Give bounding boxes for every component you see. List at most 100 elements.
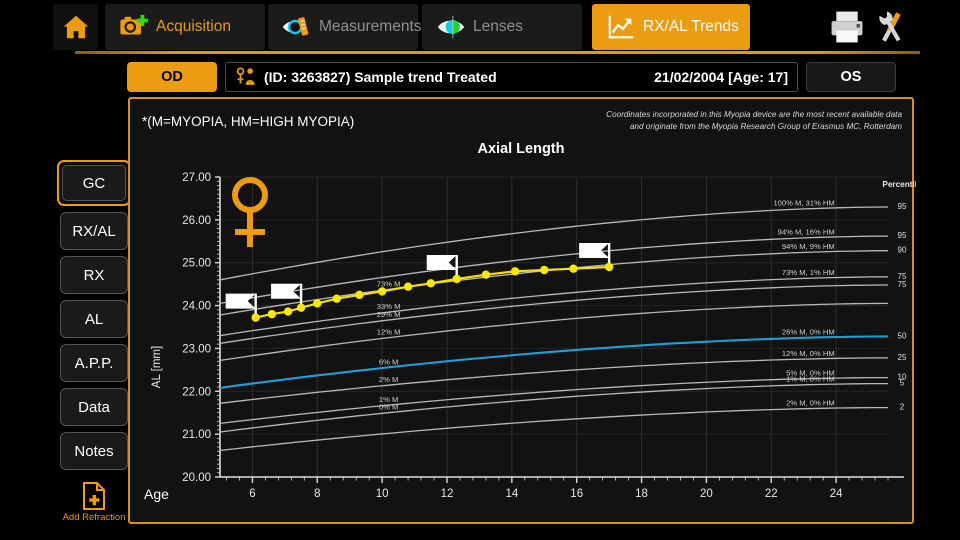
camera-plus-icon xyxy=(119,12,149,42)
y-axis-label: 22.00 xyxy=(182,386,211,398)
sidebar-item-gc-label: GC xyxy=(62,165,126,201)
percentile-number: 95 xyxy=(898,202,907,211)
percentile-curve-left-label: 12% M xyxy=(377,328,401,337)
percentile-curve-right-label: 26% M, 0% HM xyxy=(782,327,835,336)
data-point-marker[interactable] xyxy=(297,304,305,312)
eye-lens-icon xyxy=(436,12,466,42)
add-refraction-icon xyxy=(81,482,107,510)
y-axis-title: AL [mm] xyxy=(151,346,163,388)
percentile-curve-right-label: 1% M, 0% HM xyxy=(786,375,835,384)
x-axis-label: 18 xyxy=(635,488,648,500)
x-axis-label: 20 xyxy=(700,488,713,500)
percentile-number: 50 xyxy=(898,331,907,340)
y-axis-label: 21.00 xyxy=(182,429,211,441)
percentile-curve-right-label: 73% M, 1% HM xyxy=(782,268,835,277)
tab-measurements-label: Measurements xyxy=(319,18,422,36)
axial-length-chart: 20.00 21.00 22.00 23.00 24.00 25.00 26.00 27.00… xyxy=(130,99,916,526)
percentile-curve-left-label: 73% M xyxy=(377,279,401,288)
sidebar: GC RX/AL RX AL A.P.P. Data Notes Add Ref… xyxy=(55,160,133,523)
x-axis-label: 12 xyxy=(441,488,454,500)
x-axis-label: 14 xyxy=(505,488,518,500)
percentile-number: 2 xyxy=(900,403,905,412)
patient-info-text: (ID: 3263827) Sample trend Treated xyxy=(264,69,497,85)
tools-icon[interactable] xyxy=(872,8,910,46)
data-point-marker[interactable] xyxy=(482,271,490,279)
percentile-curve-left-label: 2% M xyxy=(379,375,398,384)
data-point-marker[interactable] xyxy=(333,295,341,303)
nav-underline xyxy=(75,51,920,54)
y-axis-label: 24.00 xyxy=(182,301,211,313)
x-axis-label: 8 xyxy=(314,488,320,500)
percentile-curve-right-label: 2% M, 0% HM xyxy=(786,398,835,407)
patient-series-line xyxy=(256,267,609,318)
data-point-marker[interactable] xyxy=(284,307,292,315)
sidebar-item-rx[interactable]: RX xyxy=(60,256,128,294)
os-button[interactable]: OS xyxy=(806,62,896,92)
percentile-number: 5 xyxy=(900,379,905,388)
add-refraction-button[interactable]: Add Refraction xyxy=(55,482,133,523)
percentile-curve-right-label: 100% M, 31% HM xyxy=(773,198,834,207)
patient-date-text: 21/02/2004 [Age: 17] xyxy=(654,69,788,85)
measurement-flag-marker[interactable] xyxy=(427,255,457,279)
data-point-marker[interactable] xyxy=(355,291,363,299)
y-axis-label: 25.00 xyxy=(182,258,211,270)
measurement-flag-marker[interactable] xyxy=(226,294,256,318)
percentile-curve xyxy=(220,408,888,451)
percentile-curve-left-label: 0% M xyxy=(379,403,398,412)
home-icon xyxy=(61,12,91,42)
tab-lenses[interactable]: Lenses xyxy=(422,4,582,50)
printer-icon[interactable] xyxy=(828,8,866,46)
y-axis-label: 23.00 xyxy=(182,343,211,355)
tab-acquisition[interactable]: Acquisition xyxy=(105,4,265,50)
data-point-marker[interactable] xyxy=(313,299,321,307)
top-navigation-bar: Acquisition Measurements L xyxy=(0,0,960,56)
x-axis-label: 6 xyxy=(249,488,255,500)
percentile-number: 75 xyxy=(898,280,907,289)
data-point-marker[interactable] xyxy=(569,265,577,273)
sidebar-item-data[interactable]: Data xyxy=(60,388,128,426)
data-point-marker[interactable] xyxy=(378,287,386,295)
sidebar-item-al[interactable]: AL xyxy=(60,300,128,338)
data-point-marker[interactable] xyxy=(511,267,519,275)
patient-info-bar: (ID: 3263827) Sample trend Treated 21/02… xyxy=(225,62,798,92)
data-point-marker[interactable] xyxy=(251,313,259,321)
data-point-marker[interactable] xyxy=(404,283,412,291)
data-point-marker[interactable] xyxy=(605,263,613,271)
application-window: Acquisition Measurements L xyxy=(0,0,960,540)
percentile-legend-header: Percentile xyxy=(882,180,916,189)
x-axis-title: Age xyxy=(144,486,169,502)
y-axis-label: 20.00 xyxy=(182,472,211,484)
percentile-curve-right-label: 94% M, 9% HM xyxy=(782,242,835,251)
sidebar-item-notes[interactable]: Notes xyxy=(60,432,128,470)
x-axis-label: 24 xyxy=(830,488,843,500)
female-venus-symbol xyxy=(235,180,265,247)
trend-chart-icon xyxy=(606,12,636,42)
tab-lenses-label: Lenses xyxy=(473,18,523,36)
tab-measurements[interactable]: Measurements xyxy=(268,4,418,50)
x-axis-label: 16 xyxy=(570,488,583,500)
percentile-curve-left-label: 29% M xyxy=(377,310,401,319)
y-axis-label: 26.00 xyxy=(182,215,211,227)
eye-ruler-icon xyxy=(282,12,312,42)
data-point-marker[interactable] xyxy=(427,279,435,287)
home-button[interactable] xyxy=(53,4,98,50)
measurement-flag-marker[interactable] xyxy=(579,243,609,267)
data-point-marker[interactable] xyxy=(268,310,276,318)
od-button[interactable]: OD xyxy=(127,62,217,92)
data-point-marker[interactable] xyxy=(540,266,548,274)
data-point-marker[interactable] xyxy=(453,275,461,283)
add-refraction-label: Add Refraction xyxy=(63,512,126,523)
percentile-number: 95 xyxy=(898,231,907,240)
chart-panel: *(M=MYOPIA, HM=HIGH MYOPIA) Coordinates … xyxy=(128,97,914,524)
percentile-number: 25 xyxy=(898,353,907,362)
percentile-curve-left-label: 6% M xyxy=(379,357,398,366)
sidebar-item-gc[interactable]: GC xyxy=(57,160,131,206)
percentile-curve-right-label: 12% M, 0% HM xyxy=(782,349,835,358)
y-axis-label: 27.00 xyxy=(182,172,211,184)
percentile-number: 90 xyxy=(898,246,907,255)
sidebar-item-rx-al[interactable]: RX/AL xyxy=(60,212,128,250)
tab-rx-al-trends[interactable]: RX/AL Trends xyxy=(592,4,750,50)
sidebar-item-app[interactable]: A.P.P. xyxy=(60,344,128,382)
tab-rx-al-trends-label: RX/AL Trends xyxy=(643,18,739,36)
x-axis-label: 10 xyxy=(376,488,389,500)
